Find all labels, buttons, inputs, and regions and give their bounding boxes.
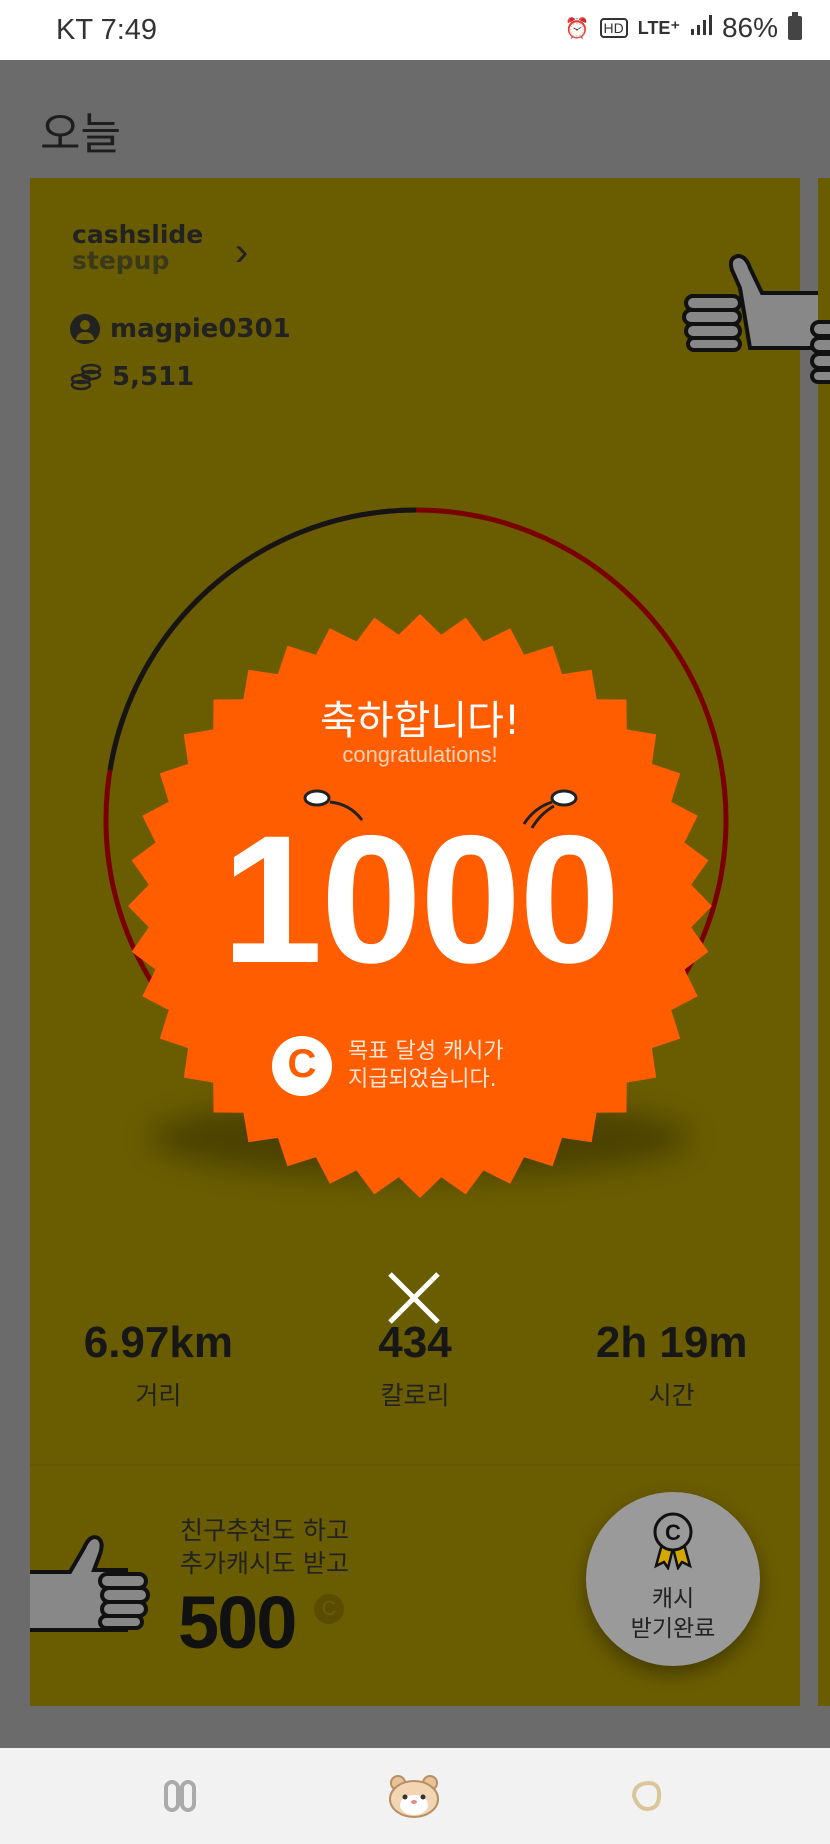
chevron-right-icon[interactable]: › — [235, 230, 248, 275]
status-bar: KT 7:49 ⏰ HD LTE⁺ 86% — [0, 0, 830, 60]
stat-label: 거리 — [135, 1381, 182, 1410]
thumbs-up-icon[interactable] — [30, 1526, 150, 1636]
brand-line-1: cashslide — [72, 220, 204, 249]
badge-message: 목표 달성 캐시가 지급되었습니다. — [272, 1036, 504, 1096]
stat-value: 434 — [378, 1318, 452, 1367]
svg-text:C: C — [665, 1520, 681, 1545]
reward-complete-button[interactable]: C 캐시 받기완료 — [586, 1492, 760, 1666]
battery-icon — [788, 12, 802, 40]
user-row: magpie0301 — [70, 314, 291, 344]
promo-text[interactable]: 친구추천도 하고 추가캐시도 받고 — [180, 1514, 349, 1580]
username: magpie0301 — [110, 314, 291, 344]
badge-title: 축하합니다! — [319, 698, 521, 744]
reward-text: 캐시 받기완료 — [586, 1584, 760, 1644]
reward-line-1: 캐시 — [651, 1586, 695, 1612]
coin-row: 5,511 — [70, 362, 194, 392]
bottom-nav — [0, 1748, 830, 1844]
signal-icon — [690, 14, 712, 42]
reward-line-2: 받기완료 — [630, 1616, 716, 1642]
badge-subtitle: congratulations! — [342, 742, 498, 767]
badge-message-text: 목표 달성 캐시가 지급되었습니다. — [348, 1038, 504, 1094]
user-icon — [70, 314, 100, 344]
stat-distance: 6.97km 거리 — [30, 1318, 287, 1412]
brand-line-2: stepup — [72, 246, 170, 275]
hd-icon: HD — [599, 18, 628, 38]
battery-text: 86% — [721, 12, 778, 43]
stat-time: 2h 19m 시간 — [543, 1318, 800, 1412]
stat-label: 시간 — [648, 1381, 695, 1410]
coins-icon — [70, 363, 102, 391]
stat-calories: 434 칼로리 — [287, 1318, 544, 1412]
promo-amount: 500 — [178, 1581, 297, 1664]
badge-message-line-2: 지급되었습니다. — [348, 1067, 497, 1092]
stat-value: 2h 19m — [595, 1318, 748, 1367]
stat-value: 6.97km — [83, 1318, 233, 1367]
alarm-icon: ⏰ — [564, 17, 590, 40]
promo-line-1: 친구추천도 하고 — [180, 1516, 349, 1545]
badge-number: 1000 — [221, 797, 621, 1001]
cash-c-icon — [272, 1036, 332, 1096]
badge-message-line-1: 목표 달성 캐시가 — [348, 1039, 504, 1064]
brand-logo[interactable]: cashslide stepup — [72, 222, 203, 274]
page-title: 오늘 — [40, 109, 121, 160]
cash-c-icon: C — [314, 1594, 344, 1624]
summary-card: cashslide stepup › magpie0301 5,511 축하합니 — [30, 178, 820, 1706]
stat-label: 칼로리 — [380, 1381, 450, 1410]
congrats-badge: 축하합니다! congratulations! 1000 목표 달성 캐시가 지… — [122, 608, 718, 1204]
hamster-icon[interactable] — [384, 1766, 444, 1826]
promo-line-2: 추가캐시도 받고 — [180, 1549, 349, 1578]
divider — [30, 1464, 800, 1466]
chat-icon[interactable] — [616, 1766, 676, 1826]
status-icons: ⏰ HD LTE⁺ 86% — [565, 12, 802, 44]
shoes-icon[interactable] — [150, 1766, 210, 1826]
lte-icon: LTE⁺ — [637, 17, 680, 38]
next-card-peek[interactable] — [818, 178, 830, 1706]
thumbs-up-icon — [810, 320, 830, 384]
thumbs-up-icon — [682, 253, 820, 352]
coin-balance: 5,511 — [112, 362, 195, 392]
stats-row: 6.97km 거리 434 칼로리 2h 19m 시간 — [30, 1318, 800, 1412]
medal-icon: C — [653, 1512, 693, 1570]
carrier-time: KT 7:49 — [56, 14, 158, 46]
